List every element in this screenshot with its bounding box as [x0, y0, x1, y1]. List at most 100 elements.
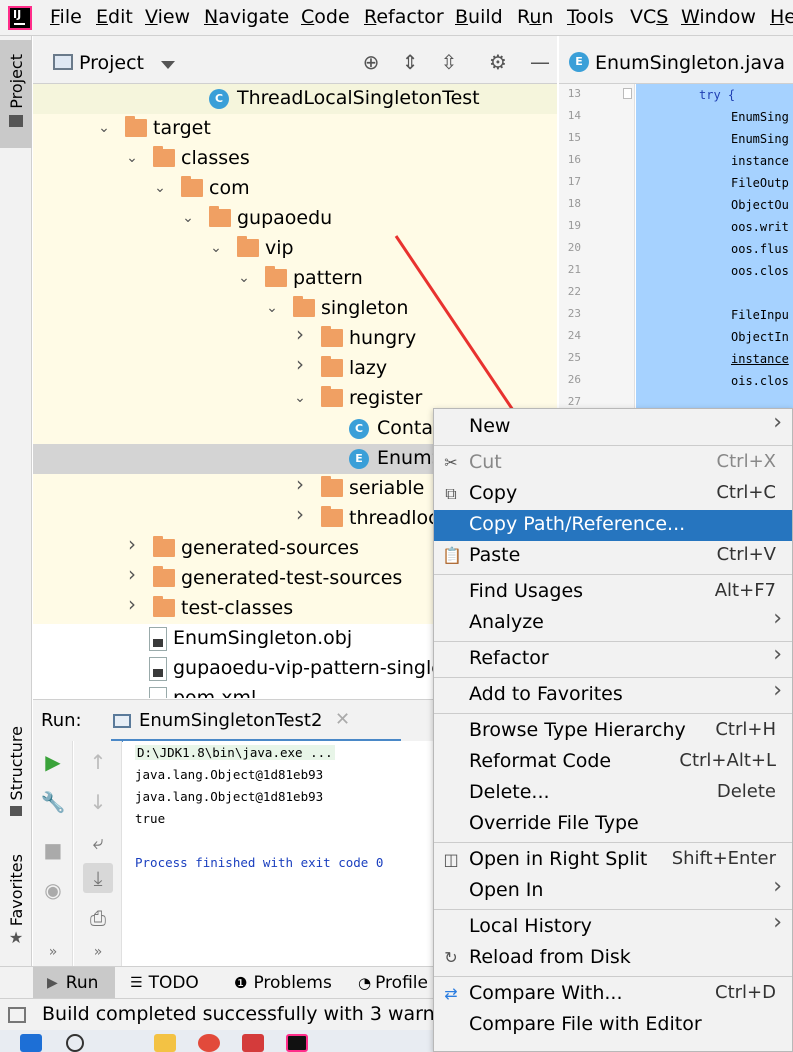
ctx-item-shortcut: Ctrl+V — [716, 544, 776, 565]
chevron-down-icon[interactable]: ⌄ — [97, 121, 111, 135]
stop-icon[interactable]: ■ — [38, 835, 68, 865]
ctx-item-browse-type-hierarchy[interactable]: Browse Type Hierarchy Ctrl+H — [434, 716, 792, 747]
ctx-item-shortcut: Delete — [716, 781, 776, 802]
chevron-right-icon[interactable]: › — [125, 534, 139, 554]
chevron-down-icon[interactable]: ⌄ — [209, 241, 223, 255]
chevron-down-icon[interactable]: ⌄ — [153, 181, 167, 195]
expand-all-icon[interactable]: ⇕ — [398, 50, 422, 74]
ctx-item-local-history[interactable]: Local History › — [434, 910, 792, 943]
chevron-right-icon[interactable]: › — [125, 594, 139, 614]
run-config-tab[interactable]: EnumSingletonTest2 ✕ — [111, 706, 401, 742]
structure-tool-tab[interactable]: Structure — [0, 726, 32, 822]
ctx-item-reformat-code[interactable]: Reformat Code Ctrl+Alt+L — [434, 747, 792, 778]
wrench-icon[interactable]: 🔧 — [38, 787, 68, 817]
chrome-icon[interactable] — [198, 1034, 220, 1052]
chevron-down-icon[interactable] — [161, 61, 175, 69]
status-text[interactable]: Build completed successfully with 3 warn… — [42, 1003, 452, 1025]
ctx-item-refactor[interactable]: Refactor › — [434, 642, 792, 675]
menu-window[interactable]: Window — [681, 6, 756, 28]
fold-marker-icon[interactable] — [623, 88, 632, 99]
ctx-item-compare-file-with-editor[interactable]: Compare File with Editor — [434, 1010, 792, 1041]
console-output[interactable]: D:\JDK1.8\bin\java.exe ... java.lang.Obje… — [123, 741, 433, 966]
intellij-taskbar-icon[interactable] — [286, 1034, 308, 1052]
code-area[interactable]: try {EnumSing EnumSing instance FileOutp Obj… — [636, 84, 793, 414]
project-tool-tab[interactable]: Project — [0, 40, 32, 148]
chevron-right-icon[interactable]: › — [293, 354, 307, 374]
menu-run[interactable]: Run — [517, 6, 553, 28]
menu-navigate[interactable]: Navigate — [204, 6, 289, 28]
menu-build[interactable]: Build — [455, 6, 503, 28]
chevron-down-icon[interactable]: ⌄ — [125, 151, 139, 165]
project-panel-title[interactable]: Project — [79, 52, 144, 74]
chevron-down-icon[interactable]: ⌄ — [265, 301, 279, 315]
tree-row[interactable]: ⌄ target — [33, 114, 557, 144]
menu-tools[interactable]: Tools — [567, 6, 614, 28]
chevron-right-icon[interactable]: › — [293, 324, 307, 344]
tree-row[interactable]: C ThreadLocalSingletonTest — [33, 84, 557, 114]
arrow-up-icon[interactable]: ↑ — [83, 747, 113, 777]
search-icon[interactable] — [66, 1034, 84, 1052]
menu-view[interactable]: View — [145, 6, 190, 28]
ctx-item-find-usages[interactable]: Find Usages Alt+F7 — [434, 577, 792, 608]
app-icon[interactable] — [242, 1034, 264, 1052]
ctx-item-paste[interactable]: 📋 Paste Ctrl+V — [434, 541, 792, 572]
windows-start-icon[interactable] — [20, 1034, 42, 1052]
ctx-item-open-in[interactable]: Open In › — [434, 874, 792, 907]
file-explorer-icon[interactable] — [154, 1034, 176, 1052]
tree-row[interactable]: ⌄ vip — [33, 234, 557, 264]
menu-refactor[interactable]: Refactor — [364, 6, 444, 28]
run-tool-tab[interactable]: ▶ Run — [33, 967, 115, 999]
ctx-item-cut[interactable]: ✂ Cut Ctrl+X — [434, 448, 792, 479]
chevron-down-icon[interactable]: ⌄ — [293, 391, 307, 405]
intellij-logo-icon[interactable]: IJ — [8, 6, 32, 30]
camera-icon[interactable]: ◉ — [38, 875, 68, 905]
ctx-item-add-to-favorites[interactable]: Add to Favorites › — [434, 678, 792, 711]
menu-file[interactable]: File — [50, 6, 82, 28]
menu-vcs[interactable]: VCS — [630, 6, 668, 28]
problems-tool-tab[interactable]: ❶ Problems — [234, 967, 332, 999]
locate-target-icon[interactable]: ⊕ — [359, 50, 383, 74]
rerun-icon[interactable]: ▶ — [38, 747, 68, 777]
ctx-item-copy[interactable]: ⧉ Copy Ctrl+C — [434, 479, 792, 510]
ctx-item-reload-from-disk[interactable]: ↻ Reload from Disk — [434, 943, 792, 974]
chevron-down-icon[interactable]: ⌄ — [237, 271, 251, 285]
todo-tool-tab[interactable]: ☰ TODO — [130, 967, 199, 999]
tree-row[interactable]: ⌄ com — [33, 174, 557, 204]
ctx-item-open-in-right-split[interactable]: ◫ Open in Right Split Shift+Enter — [434, 845, 792, 876]
menu-he[interactable]: He — [770, 6, 793, 28]
chevron-right-icon[interactable]: › — [125, 564, 139, 584]
ctx-item-compare-with[interactable]: ⇄ Compare With... Ctrl+D — [434, 979, 792, 1010]
print-icon[interactable]: ⎙ — [83, 903, 113, 933]
ctx-item-override-file-type[interactable]: Override File Type — [434, 809, 792, 840]
collapse-all-icon[interactable]: ⇳ — [437, 50, 461, 74]
tree-row[interactable]: › lazy — [33, 354, 557, 384]
ctx-item-delete[interactable]: Delete... Delete — [434, 778, 792, 809]
chevron-down-icon[interactable]: ⌄ — [181, 211, 195, 225]
ctx-item-new[interactable]: New › — [434, 410, 792, 443]
hide-icon[interactable]: — — [528, 50, 552, 74]
menu-edit[interactable]: Edit — [96, 6, 133, 28]
gear-icon[interactable]: ⚙ — [486, 50, 510, 74]
close-icon[interactable]: ✕ — [335, 709, 350, 730]
tree-row[interactable]: ⌄ pattern — [33, 264, 557, 294]
menu-code[interactable]: Code — [301, 6, 350, 28]
ctx-item-copy-path-reference[interactable]: Copy Path/Reference... — [434, 510, 792, 541]
status-window-icon[interactable] — [8, 1007, 26, 1023]
chevron-right-icon[interactable]: › — [293, 504, 307, 524]
soft-wrap-icon[interactable]: ⤶ — [83, 827, 113, 857]
more-icon[interactable]: » — [38, 937, 68, 967]
tree-row[interactable]: ⌄ singleton — [33, 294, 557, 324]
ctx-item-label: Reload from Disk — [469, 946, 631, 968]
chevron-right-icon[interactable]: › — [293, 474, 307, 494]
tree-row[interactable]: › hungry — [33, 324, 557, 354]
ctx-item-analyze[interactable]: Analyze › — [434, 606, 792, 639]
arrow-down-icon[interactable]: ↓ — [83, 787, 113, 817]
scroll-to-end-icon[interactable]: ⤓ — [83, 863, 113, 893]
chevron-right-icon: › — [773, 642, 782, 667]
editor-tab[interactable]: E EnumSingleton.java — [559, 36, 793, 84]
profiler-tool-tab[interactable]: ◔ Profile — [358, 967, 428, 999]
tree-row[interactable]: ⌄ classes — [33, 144, 557, 174]
tree-row[interactable]: ⌄ gupaoedu — [33, 204, 557, 234]
favorites-tool-tab[interactable]: Favorites ★ — [0, 854, 32, 950]
more-icon[interactable]: » — [83, 937, 113, 967]
